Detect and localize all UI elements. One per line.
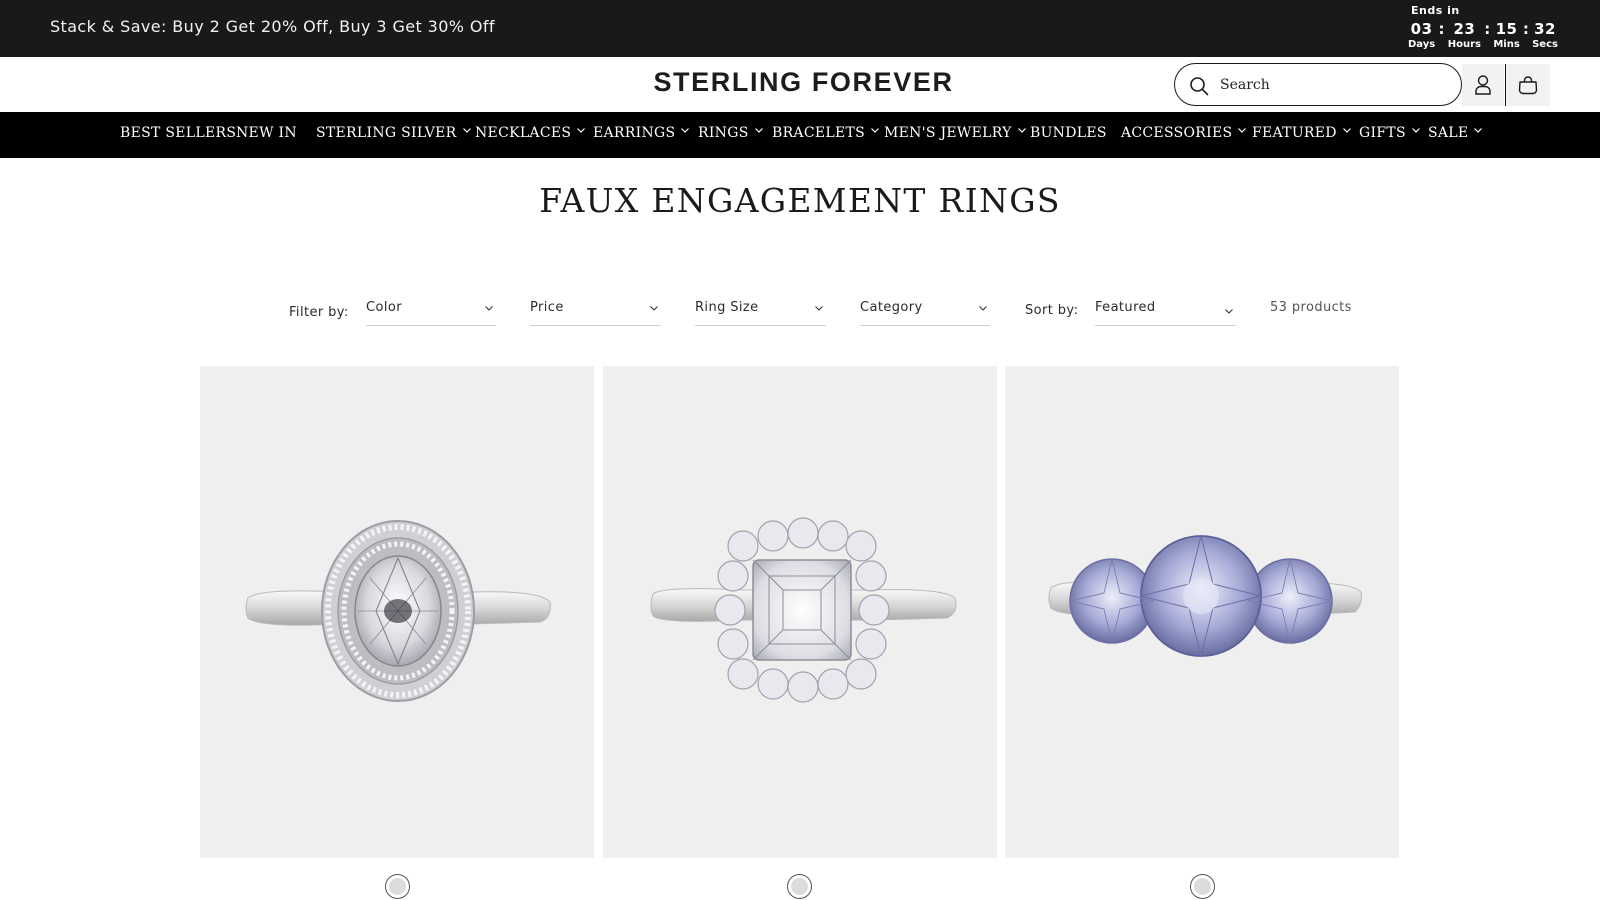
cart-button[interactable] (1506, 64, 1550, 106)
countdown-mins-label: Mins (1493, 39, 1520, 50)
chevron-down-icon (871, 128, 879, 133)
main-navigation: BEST SELLERS NEW IN STERLING SILVER NECK… (0, 112, 1600, 158)
filter-color-label: Color (366, 300, 402, 315)
countdown-days-value: 03 (1410, 20, 1433, 38)
oval-halo-ring-image (245, 520, 551, 702)
nav-item-label: NEW IN (236, 125, 297, 141)
chevron-down-icon (1474, 128, 1483, 133)
filter-price-label: Price (530, 300, 564, 315)
nav-item-accessories[interactable]: ACCESSORIES (1121, 125, 1247, 141)
nav-item-mens-jewelry[interactable]: MEN'S JEWELRY (884, 125, 1027, 141)
countdown-days-label: Days (1408, 39, 1436, 50)
color-swatch[interactable] (1190, 874, 1215, 899)
filter-by-label: Filter by: (289, 305, 349, 320)
chevron-down-icon (681, 128, 690, 133)
nav-item-label: ACCESSORIES (1121, 125, 1233, 141)
nav-item-gifts[interactable]: GIFTS (1359, 125, 1421, 141)
nav-item-label: FEATURED (1252, 125, 1337, 141)
chevron-down-icon (754, 128, 763, 133)
nav-item-new-in[interactable]: NEW IN (236, 125, 297, 141)
page-title: FAUX ENGAGEMENT RINGS (539, 181, 1061, 220)
product-count: 53 products (1270, 300, 1352, 315)
filter-price[interactable]: Price (530, 298, 661, 326)
countdown-secs-value: 32 (1534, 20, 1556, 38)
announcement-text: Stack & Save: Buy 2 Get 20% Off, Buy 3 G… (50, 17, 495, 36)
countdown-mins: 15 Mins (1493, 19, 1520, 51)
filter-ring-size-label: Ring Size (695, 300, 759, 315)
countdown-secs-label: Secs (1532, 39, 1558, 50)
chevron-down-icon (1411, 128, 1420, 133)
account-button[interactable] (1462, 64, 1504, 106)
nav-item-label: GIFTS (1359, 125, 1406, 141)
filter-color[interactable]: Color (366, 298, 496, 326)
asscher-halo-ring-image (650, 517, 957, 703)
search-input[interactable] (1220, 74, 1450, 96)
countdown-timer: Ends in 03 Days : 23 Hours : 15 Mins : 3… (1408, 3, 1558, 53)
three-stone-blue-ring-image (1048, 535, 1362, 657)
nav-item-earrings[interactable]: EARRINGS (593, 125, 690, 141)
chevron-down-icon (1238, 128, 1247, 133)
nav-item-label: BEST SELLERS (120, 125, 237, 141)
sort-select-value: Featured (1095, 300, 1156, 315)
chevron-down-icon (485, 306, 493, 311)
countdown-separator: : (1438, 20, 1445, 38)
countdown-hours: 23 Hours (1448, 19, 1481, 51)
chevron-down-icon (815, 306, 823, 311)
countdown-secs: 32 Secs (1532, 19, 1558, 51)
nav-item-necklaces[interactable]: NECKLACES (475, 125, 586, 141)
chevron-down-icon (577, 128, 586, 133)
nav-item-label: SALE (1428, 125, 1469, 141)
nav-item-bracelets[interactable]: BRACELETS (772, 125, 880, 141)
chevron-down-icon (979, 306, 987, 311)
filter-category[interactable]: Category (860, 298, 990, 326)
nav-item-label: EARRINGS (593, 125, 676, 141)
nav-item-label: NECKLACES (475, 125, 572, 141)
countdown-days: 03 Days (1408, 19, 1435, 51)
countdown-separator: : (1522, 20, 1529, 38)
countdown-label: Ends in (1411, 4, 1460, 17)
chevron-down-icon (462, 128, 471, 133)
product-card[interactable] (1005, 366, 1399, 858)
nav-item-sale[interactable]: SALE (1428, 125, 1483, 141)
site-header: STERLING FOREVER (0, 57, 1600, 112)
countdown-separator: : (1484, 20, 1491, 38)
product-card[interactable] (200, 366, 594, 858)
nav-item-best-sellers[interactable]: BEST SELLERS (120, 125, 236, 141)
countdown-mins-value: 15 (1495, 20, 1518, 38)
announcement-bar: Stack & Save: Buy 2 Get 20% Off, Buy 3 G… (0, 0, 1600, 57)
search-icon[interactable] (1189, 76, 1209, 96)
color-swatch[interactable] (385, 874, 410, 899)
chevron-down-icon (1017, 128, 1026, 133)
color-swatch[interactable] (787, 874, 812, 899)
nav-item-featured[interactable]: FEATURED (1252, 125, 1352, 141)
countdown-hours-label: Hours (1447, 39, 1482, 50)
nav-item-label: BUNDLES (1030, 125, 1107, 141)
chevron-down-icon (650, 306, 658, 311)
nav-item-label: MEN'S JEWELRY (884, 125, 1012, 141)
sort-select[interactable]: Featured (1095, 298, 1236, 326)
nav-item-rings[interactable]: RINGS (698, 125, 764, 141)
nav-item-label: STERLING SILVER (316, 125, 457, 141)
cart-icon (1518, 76, 1538, 95)
countdown-hours-value: 23 (1453, 20, 1476, 38)
chevron-down-icon (1342, 128, 1351, 133)
nav-item-label: RINGS (698, 125, 749, 141)
account-icon (1475, 75, 1491, 95)
nav-item-sterling-silver[interactable]: STERLING SILVER (316, 125, 472, 141)
product-card[interactable] (603, 366, 997, 858)
filter-ring-size[interactable]: Ring Size (695, 298, 826, 326)
nav-item-bundles[interactable]: BUNDLES (1030, 125, 1107, 141)
search-box[interactable] (1174, 63, 1462, 106)
sort-by-label: Sort by: (1025, 303, 1079, 318)
nav-item-label: BRACELETS (772, 125, 866, 141)
filter-category-label: Category (860, 300, 923, 315)
chevron-down-icon (1225, 309, 1233, 314)
